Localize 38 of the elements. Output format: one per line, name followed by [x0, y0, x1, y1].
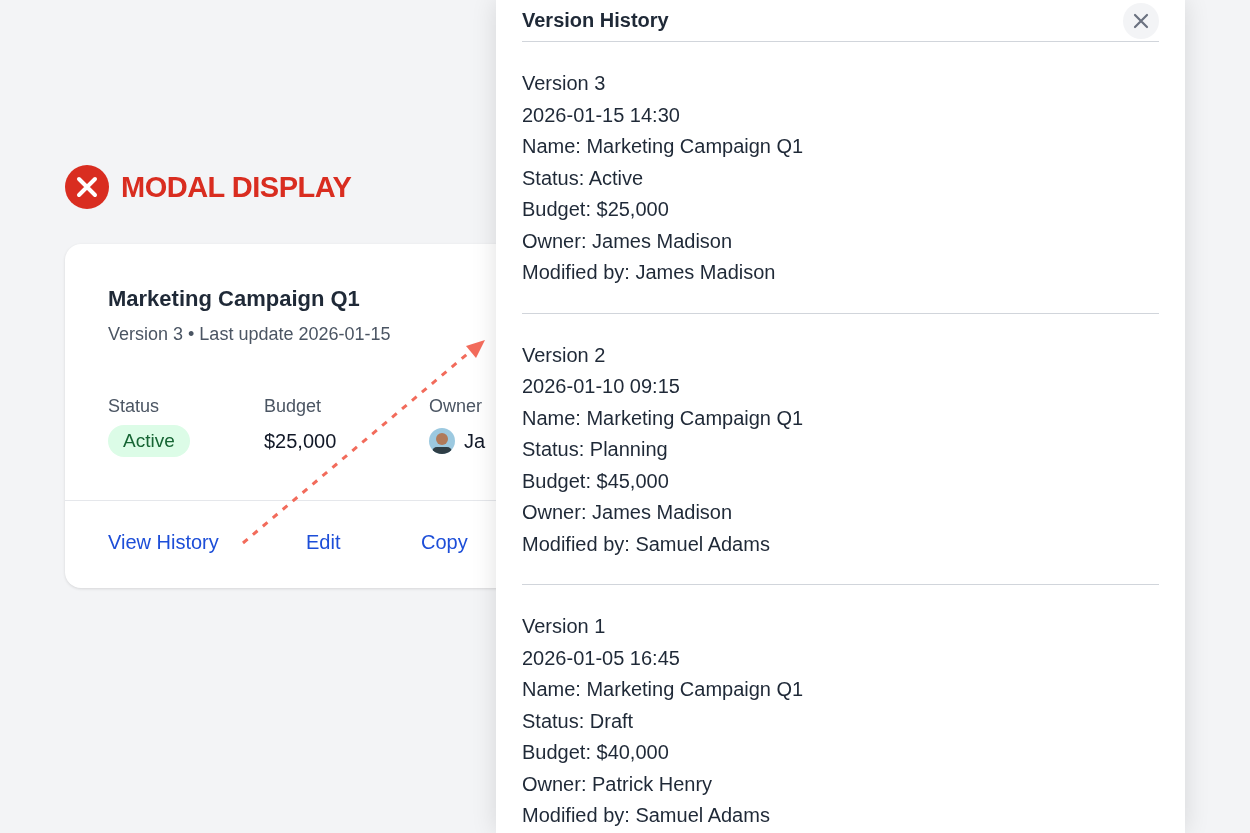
action-link[interactable]: View History	[108, 531, 306, 554]
version-detail: Version 1	[522, 614, 607, 639]
version-detail: Modified by: Samuel Adams	[522, 803, 771, 828]
version-detail: Modified by: Samuel Adams	[522, 531, 771, 557]
field-label: Owner	[429, 396, 482, 417]
owner-name: Ja	[464, 429, 486, 454]
version-detail: 2026-01-15 14:30	[522, 102, 681, 128]
version-detail: Name: Marketing Campaign Q1	[522, 405, 805, 431]
avatar-icon	[429, 428, 455, 454]
close-icon	[1133, 12, 1149, 29]
action-link[interactable]: Edit	[306, 531, 421, 554]
action-link[interactable]: Copy	[421, 531, 468, 554]
status-badge: Active	[108, 425, 190, 457]
version-detail: 2026-01-10 09:15	[522, 374, 681, 399]
version-detail: Budget: $45,000	[522, 468, 670, 494]
banner-title: MODAL DISPLAY	[121, 170, 352, 204]
version-detail: Version 3	[522, 71, 607, 96]
version-detail: Status: Planning	[522, 437, 669, 462]
modal-title: Version History	[522, 9, 669, 32]
version-detail: Owner: Patrick Henry	[522, 771, 714, 797]
version-detail: Owner: James Madison	[522, 228, 734, 254]
version-detail: Budget: $40,000	[522, 740, 670, 765]
field-label: Status	[108, 396, 160, 417]
card-subtitle: Version 3 • Last update 2026-01-15	[108, 324, 391, 345]
field-label: Budget	[264, 396, 322, 417]
version-detail: Budget: $25,000	[522, 197, 670, 222]
version-detail: Status: Draft	[522, 708, 635, 734]
version-detail: Owner: James Madison	[522, 500, 734, 525]
error-icon	[65, 165, 109, 209]
version-detail: Version 2	[522, 342, 607, 368]
version-detail: Name: Marketing Campaign Q1	[522, 677, 805, 702]
field-value: $25,000	[264, 429, 337, 454]
version-detail: Name: Marketing Campaign Q1	[522, 134, 805, 159]
version-detail: 2026-01-05 16:45	[522, 645, 681, 671]
card-title: Marketing Campaign Q1	[108, 286, 361, 312]
version-detail: Status: Active	[522, 165, 645, 191]
version-detail: Modified by: James Madison	[522, 260, 777, 285]
close-button[interactable]	[1123, 2, 1159, 39]
